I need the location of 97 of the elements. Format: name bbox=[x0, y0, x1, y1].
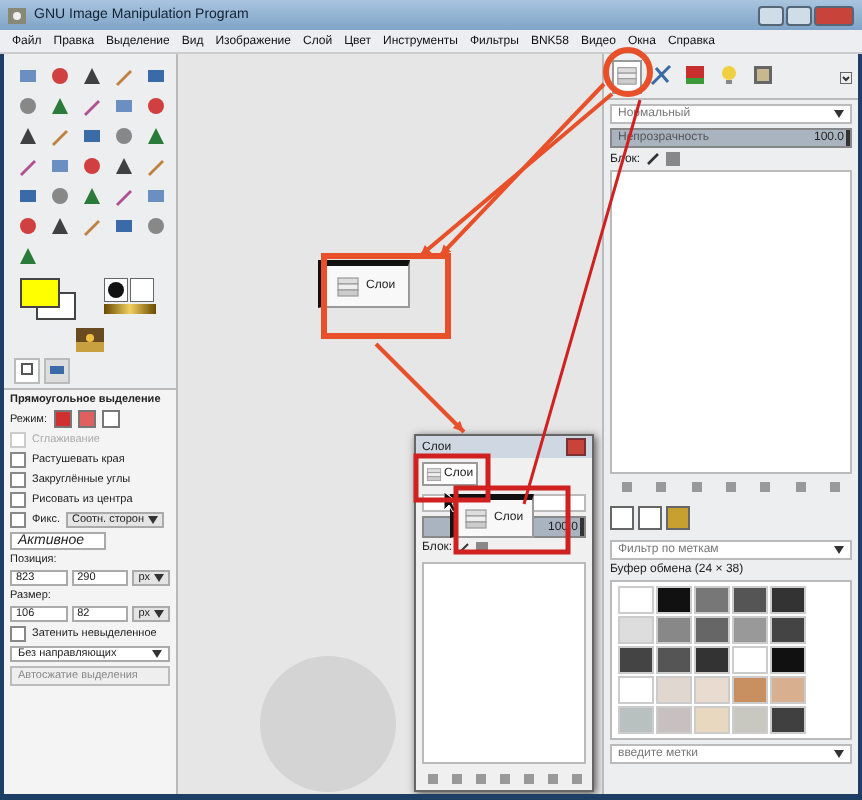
brush-thumbnail[interactable] bbox=[732, 676, 768, 704]
brush-thumbnail[interactable] bbox=[656, 616, 692, 644]
brush-thumbnail[interactable] bbox=[770, 586, 806, 614]
brush-thumbnail[interactable] bbox=[618, 616, 654, 644]
layer-action-icon[interactable] bbox=[758, 480, 773, 494]
brush-thumbnail[interactable] bbox=[732, 706, 768, 734]
tool-icon[interactable] bbox=[80, 124, 104, 148]
brush-thumbnail[interactable] bbox=[770, 616, 806, 644]
layers-icon bbox=[616, 64, 638, 86]
tool-icon[interactable] bbox=[112, 184, 136, 208]
brush-icon[interactable] bbox=[458, 542, 471, 554]
brush-thumbnail[interactable] bbox=[618, 586, 654, 614]
highlight-frame bbox=[321, 253, 451, 339]
layer-action-icon[interactable] bbox=[620, 480, 635, 494]
brush-thumbnail[interactable] bbox=[770, 646, 806, 674]
brush-thumbnail[interactable] bbox=[732, 646, 768, 674]
brush-thumbnail[interactable] bbox=[656, 676, 692, 704]
image-thumbnail-icon[interactable] bbox=[76, 328, 104, 352]
checkbox[interactable] bbox=[10, 472, 26, 488]
caret-icon bbox=[154, 610, 164, 618]
tool-icon[interactable] bbox=[16, 154, 40, 178]
checkbox[interactable] bbox=[10, 512, 26, 528]
checker-icon[interactable] bbox=[666, 152, 681, 166]
highlight-ring bbox=[603, 47, 653, 97]
arrow bbox=[374, 342, 466, 434]
layers-icon bbox=[464, 506, 488, 530]
tool-icon[interactable] bbox=[16, 214, 40, 238]
brush-thumbnail[interactable] bbox=[656, 586, 692, 614]
layers-icon bbox=[426, 466, 442, 482]
tool-icon[interactable] bbox=[80, 64, 104, 88]
close-button[interactable] bbox=[566, 438, 586, 456]
image-icon bbox=[752, 64, 774, 86]
lightbulb-icon bbox=[718, 64, 740, 86]
tool-icon[interactable] bbox=[112, 214, 136, 238]
checkbox[interactable] bbox=[10, 492, 26, 508]
brush-thumbnail[interactable] bbox=[618, 676, 654, 704]
tool-icon[interactable] bbox=[80, 154, 104, 178]
device-icon bbox=[50, 362, 64, 376]
tool-icon[interactable] bbox=[112, 154, 136, 178]
brush-icon[interactable] bbox=[646, 152, 661, 166]
brush-thumbnail[interactable] bbox=[618, 646, 654, 674]
gradients-tab[interactable] bbox=[666, 506, 690, 530]
pattern-preview-icon[interactable] bbox=[130, 278, 154, 302]
brush-thumbnail[interactable] bbox=[694, 676, 730, 704]
checkbox[interactable] bbox=[10, 452, 26, 468]
layer-action-icon[interactable] bbox=[723, 480, 738, 494]
tool-icon[interactable] bbox=[48, 214, 72, 238]
caret-icon bbox=[152, 650, 162, 658]
brush-thumbnail[interactable] bbox=[732, 616, 768, 644]
background-color-swatch[interactable] bbox=[36, 292, 76, 320]
dock-tab[interactable] bbox=[14, 358, 40, 384]
brush-thumbnail[interactable] bbox=[732, 586, 768, 614]
layers-icon bbox=[336, 274, 360, 298]
brush-thumbnail[interactable] bbox=[656, 706, 692, 734]
tool-icon[interactable] bbox=[16, 184, 40, 208]
brush-thumbnail[interactable] bbox=[618, 706, 654, 734]
close-button[interactable] bbox=[814, 5, 854, 25]
tool-icon[interactable] bbox=[48, 94, 72, 118]
caret-icon bbox=[834, 110, 844, 118]
brush-preview-icon[interactable] bbox=[104, 278, 128, 302]
tool-icon[interactable] bbox=[80, 184, 104, 208]
layer-action-icon[interactable] bbox=[654, 480, 669, 494]
brushes-tab[interactable] bbox=[610, 506, 634, 530]
caret-icon bbox=[834, 750, 844, 758]
channels-icon bbox=[684, 64, 706, 86]
tool-icon[interactable] bbox=[80, 94, 104, 118]
foreground-color-swatch[interactable] bbox=[20, 278, 60, 308]
minimize-button[interactable] bbox=[758, 5, 784, 25]
patterns-tab[interactable] bbox=[638, 506, 662, 530]
app-icon bbox=[8, 7, 26, 23]
maximize-button[interactable] bbox=[786, 5, 812, 25]
tool-icon[interactable] bbox=[16, 244, 40, 268]
caret-icon bbox=[154, 574, 164, 582]
layer-action-icon[interactable] bbox=[827, 480, 842, 494]
menu-icon[interactable] bbox=[840, 71, 852, 83]
brush-thumbnail[interactable] bbox=[694, 616, 730, 644]
tool-icon[interactable] bbox=[48, 64, 72, 88]
brush-thumbnail[interactable] bbox=[694, 586, 730, 614]
brush-thumbnail[interactable] bbox=[694, 706, 730, 734]
brush-thumbnail[interactable] bbox=[770, 706, 806, 734]
brush-thumbnail[interactable] bbox=[656, 646, 692, 674]
paths-icon bbox=[650, 64, 672, 86]
tool-icon[interactable] bbox=[144, 124, 168, 148]
layer-action-icon[interactable] bbox=[793, 480, 808, 494]
layer-action-icon[interactable] bbox=[689, 480, 704, 494]
tool-icon[interactable] bbox=[16, 124, 40, 148]
checkbox[interactable] bbox=[10, 626, 26, 642]
tool-options-icon bbox=[20, 362, 34, 376]
decor-drawing bbox=[258, 654, 398, 794]
caret-icon bbox=[148, 516, 159, 524]
caret-icon bbox=[834, 546, 844, 554]
tool-icon[interactable] bbox=[144, 64, 168, 88]
brush-thumbnail[interactable] bbox=[770, 676, 806, 704]
dock-tab[interactable] bbox=[44, 358, 70, 384]
tool-icon[interactable] bbox=[144, 94, 168, 118]
brush-thumbnail[interactable] bbox=[694, 646, 730, 674]
gradient-preview-icon[interactable] bbox=[104, 304, 156, 314]
